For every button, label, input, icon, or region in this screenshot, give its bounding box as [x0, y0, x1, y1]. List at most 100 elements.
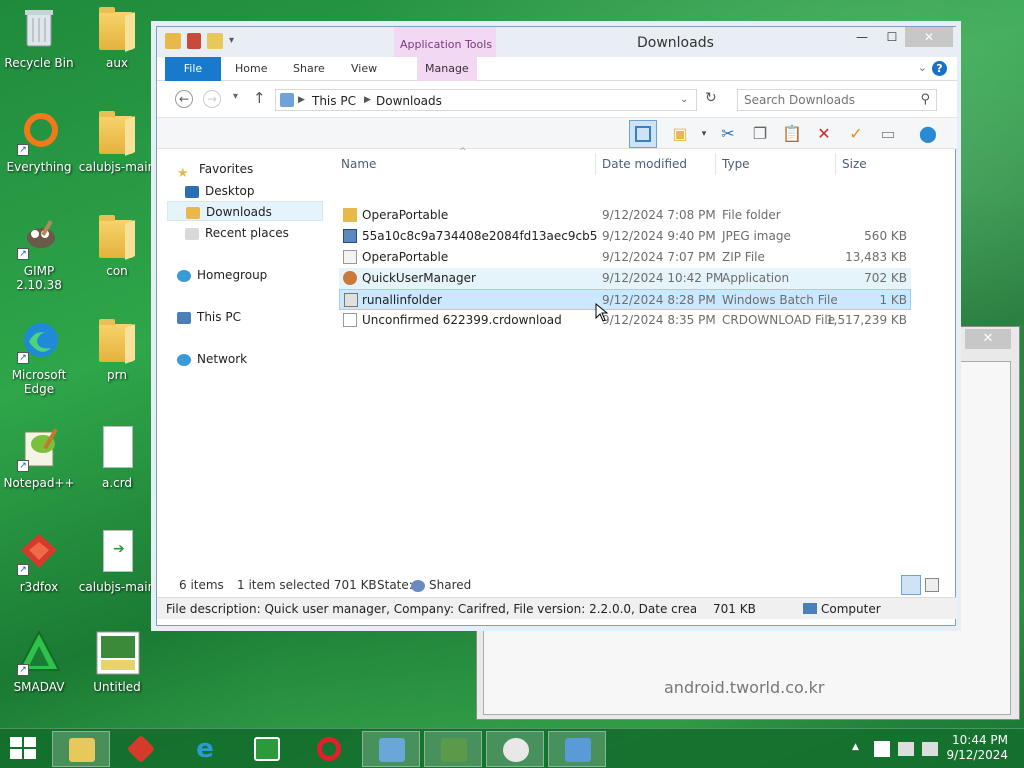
address-bar[interactable]: ▶ This PC ▶ Downloads ⌄ [275, 89, 697, 111]
desktop-icon-r3dfox[interactable]: ↗ r3dfox [0, 528, 78, 594]
new-folder-icon[interactable] [207, 33, 223, 49]
rename-icon[interactable]: ▭ [877, 123, 899, 145]
breadcrumb-this-pc[interactable]: This PC [312, 94, 356, 108]
properties-icon[interactable] [187, 33, 201, 49]
file-row[interactable]: 55a10c8c9a734408e2084fd13aec9cb5 9/12/20… [339, 226, 911, 247]
tab-file[interactable]: File [165, 57, 221, 81]
desktop-icon-untitled[interactable]: Untitled [78, 628, 156, 694]
file-row[interactable]: OperaPortable 9/12/2024 7:08 PM File fol… [339, 205, 911, 226]
copy-icon[interactable]: ❐ [749, 123, 771, 145]
shortcut-arrow-icon: ↗ [17, 564, 29, 576]
desktop-icon-label: aux [105, 56, 129, 70]
taskbar-opera[interactable] [300, 731, 358, 767]
help-icon[interactable]: ? [932, 61, 947, 76]
breadcrumb-downloads[interactable]: Downloads [376, 94, 442, 108]
background-window-close-button[interactable]: ✕ [965, 329, 1011, 349]
desktop-icon-gimp[interactable]: ↗ GIMP 2.10.38 [0, 212, 78, 292]
desktop-icon-con[interactable]: con [78, 212, 156, 278]
desktop-icon-notepadpp[interactable]: ↗ Notepad++ [0, 424, 78, 490]
file-row[interactable]: OperaPortable 9/12/2024 7:07 PM ZIP File… [339, 247, 911, 268]
cut-icon[interactable]: ✂ [717, 123, 739, 145]
desktop-icon-aux[interactable]: aux [78, 4, 156, 70]
shortcut-arrow-icon: ↗ [17, 248, 29, 260]
maximize-button[interactable]: ☐ [877, 27, 907, 47]
address-dropdown-chevron-icon[interactable]: ⌄ [680, 94, 688, 105]
desktop-icon-calubjs-main-2[interactable]: ➔ calubjs-main [78, 528, 156, 594]
tab-manage[interactable]: Manage [417, 57, 477, 81]
windows-logo-icon [24, 737, 36, 747]
clock[interactable]: 10:44 PM 9/12/2024 [946, 733, 1008, 763]
desktop-icon-microsoft-edge[interactable]: ↗ Microsoft Edge [0, 316, 78, 396]
nav-network[interactable]: Network [177, 349, 247, 369]
select-check-icon[interactable]: ✓ [845, 123, 867, 145]
forward-button[interactable]: → [203, 90, 221, 108]
title-bar[interactable]: ▾ Downloads — ☐ ✕ [157, 27, 957, 57]
nav-this-pc[interactable]: This PC [177, 307, 241, 327]
recent-locations-chevron-icon[interactable]: ▾ [233, 91, 238, 102]
column-header-date-modified[interactable]: Date modified [602, 157, 687, 171]
taskbar-control-panel[interactable] [362, 731, 420, 767]
taskbar-internet-explorer[interactable]: e [176, 731, 234, 767]
refresh-icon[interactable]: ↻ [705, 90, 717, 106]
show-hidden-icons-chevron-icon[interactable]: ▲ [852, 742, 859, 752]
close-button[interactable]: ✕ [905, 27, 953, 47]
column-header-name[interactable]: Name [341, 157, 376, 171]
search-box[interactable]: ⚲ [737, 89, 937, 111]
nav-favorites[interactable]: ★ Favorites [177, 159, 253, 181]
desktop-icon-smadav[interactable]: ↗ SMADAV [0, 628, 78, 694]
minimize-button[interactable]: — [847, 27, 877, 47]
window-title: Downloads [637, 35, 714, 51]
nav-downloads[interactable]: Downloads [167, 201, 323, 221]
start-button[interactable] [10, 737, 38, 761]
file-date: 9/12/2024 8:28 PM [602, 293, 716, 307]
back-button[interactable]: ← [175, 90, 193, 108]
batch-file-icon [344, 293, 358, 307]
network-status-icon[interactable] [898, 742, 914, 756]
tab-share[interactable]: Share [285, 57, 333, 81]
taskbar-image-viewer[interactable] [424, 731, 482, 767]
column-header-type[interactable]: Type [722, 157, 750, 171]
desktop-icon-calubjs-main[interactable]: calubjs-main [78, 108, 156, 174]
photo-viewer-icon [565, 738, 591, 762]
details-view-icon[interactable] [901, 575, 921, 595]
open-with-chevron-icon[interactable]: ▾ [693, 123, 715, 145]
nav-recent-places[interactable]: Recent places [185, 223, 289, 243]
search-input[interactable] [738, 90, 908, 110]
column-header-size[interactable]: Size [842, 157, 867, 171]
taskbar-store[interactable] [238, 731, 296, 767]
chevron-down-icon[interactable]: ▾ [229, 33, 245, 49]
taskbar-paint[interactable] [486, 731, 544, 767]
file-row[interactable]: Unconfirmed 622399.crdownload 9/12/2024 … [339, 310, 911, 331]
ribbon-expand-chevron-icon[interactable]: ⌄ [918, 61, 927, 74]
desktop-icon-everything[interactable]: ↗ Everything [0, 108, 78, 174]
clock-date: 9/12/2024 [946, 748, 1008, 762]
search-icon[interactable]: ⚲ [920, 92, 930, 107]
desktop-icon-a-crd[interactable]: a.crd [78, 424, 156, 490]
tab-view[interactable]: View [343, 57, 385, 81]
nav-homegroup[interactable]: Homegroup [177, 265, 267, 285]
taskbar-photo-viewer[interactable] [548, 731, 606, 767]
open-with-icon[interactable]: ▣ [669, 123, 691, 145]
volume-muted-icon[interactable] [922, 742, 938, 756]
action-center-icon[interactable] [874, 741, 890, 757]
file-row-selected[interactable]: runallinfolder 9/12/2024 8:28 PM Windows… [339, 289, 911, 310]
taskbar-r3dfox[interactable] [112, 731, 170, 767]
folder-icon [93, 4, 141, 52]
file-row[interactable]: QuickUserManager 9/12/2024 10:42 PM Appl… [339, 268, 911, 289]
desktop-icon-prn[interactable]: prn [78, 316, 156, 382]
delete-icon[interactable]: ✕ [813, 123, 835, 145]
file-type: Windows Batch File [722, 293, 838, 307]
taskbar-file-explorer[interactable] [52, 731, 110, 767]
tab-home[interactable]: Home [227, 57, 275, 81]
desktop-icon-recycle-bin[interactable]: Recycle Bin [0, 4, 78, 70]
explorer-window[interactable]: ▾ Downloads — ☐ ✕ Application Tools File… [156, 26, 957, 626]
folder-icon[interactable] [165, 33, 181, 49]
globe-icon[interactable]: ⬤ [917, 123, 939, 145]
up-arrow-icon[interactable]: ↑ [253, 89, 266, 107]
opera-icon [317, 737, 341, 761]
nav-desktop[interactable]: Desktop [185, 181, 255, 201]
large-icons-view-icon[interactable] [925, 578, 939, 592]
preview-pane-icon[interactable] [629, 120, 657, 148]
image-file-icon [343, 229, 357, 243]
paste-icon[interactable]: 📋 [781, 123, 803, 145]
